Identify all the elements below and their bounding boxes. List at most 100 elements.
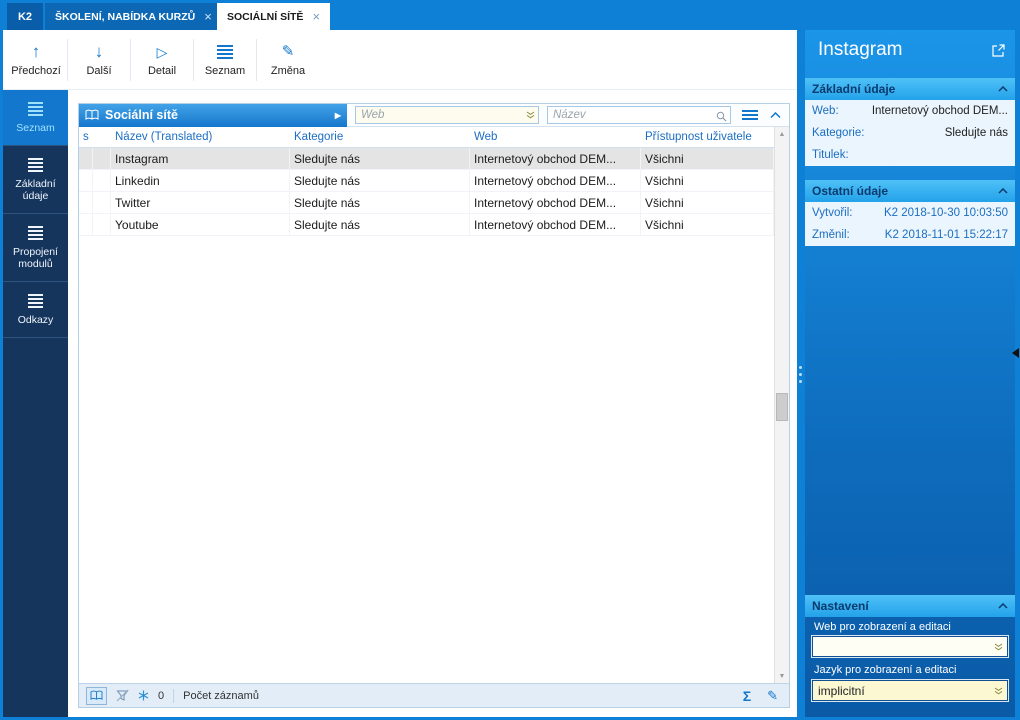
close-icon[interactable]: × xyxy=(204,9,212,24)
cell-s xyxy=(79,192,93,213)
detail-button[interactable]: ▷ Detail xyxy=(133,34,191,86)
field-value: Internetový obchod DEM... xyxy=(871,105,1008,117)
panel-splitter-handle[interactable] xyxy=(799,366,802,383)
grid-title-bar: Sociální sítě ▶ xyxy=(79,103,347,127)
tab-label: SOCIÁLNÍ SÍTĚ xyxy=(227,10,304,23)
sum-icon[interactable]: Σ xyxy=(743,688,751,704)
list-icon xyxy=(28,293,43,308)
filter-nazev xyxy=(547,106,731,124)
table-row[interactable]: Linkedin Sledujte nás Internetový obchod… xyxy=(79,170,774,192)
filter-clear-icon[interactable] xyxy=(116,689,129,702)
language-display-select[interactable]: implicitní xyxy=(811,679,1009,702)
change-button[interactable]: ✎ Změna xyxy=(259,34,317,86)
tab-socialni-site[interactable]: SOCIÁLNÍ SÍTĚ × xyxy=(217,3,331,30)
table-row[interactable]: Youtube Sledujte nás Internetový obchod … xyxy=(79,214,774,236)
search-icon[interactable] xyxy=(716,111,727,122)
snowflake-icon[interactable] xyxy=(138,690,149,701)
column-header-pristupnost[interactable]: Přístupnost uživatele xyxy=(641,131,774,143)
chevron-up-icon[interactable] xyxy=(770,111,781,119)
cell-nazev: Youtube xyxy=(111,214,290,235)
sidebar-item-propojeni-modulu[interactable]: Propojení modulů xyxy=(3,214,68,282)
sidebar-item-zakladni-udaje[interactable]: Základní údaje xyxy=(3,146,68,214)
change-label: Změna xyxy=(270,64,306,77)
toolbar: ↑ Předchozí ↓ Další ▷ Detail Seznam ✎ Zm… xyxy=(3,30,797,90)
field-label: Kategorie: xyxy=(812,127,865,139)
next-label: Další xyxy=(86,64,112,77)
column-header-web[interactable]: Web xyxy=(470,131,641,143)
play-icon[interactable]: ▶ xyxy=(335,111,341,120)
field-value: K2 2018-10-30 10:03:50 xyxy=(883,207,1008,219)
main-content: Sociální sítě ▶ Web Název s Název (Trans… xyxy=(68,90,797,717)
field-value: Sledujte nás xyxy=(944,127,1008,139)
cell-nazev: Linkedin xyxy=(111,170,290,191)
section-header-nastaveni[interactable]: Nastavení xyxy=(805,595,1015,617)
cell-kategorie: Sledujte nás xyxy=(290,148,470,169)
vertical-scrollbar[interactable]: ▲ ▼ xyxy=(774,127,789,683)
sidebar-item-seznam[interactable]: Seznam xyxy=(3,90,68,146)
section-header-zakladni-udaje[interactable]: Základní údaje xyxy=(805,78,1015,100)
column-header-row: s Název (Translated) Kategorie Web Příst… xyxy=(79,127,774,148)
next-button[interactable]: ↓ Další xyxy=(70,34,128,86)
cell-web: Internetový obchod DEM... xyxy=(470,148,641,169)
grid-header-bar: Sociální sítě ▶ xyxy=(79,103,789,127)
panel-collapse-arrow-icon[interactable] xyxy=(1012,348,1019,358)
scroll-up-arrow[interactable]: ▲ xyxy=(775,127,789,141)
column-header-kategorie[interactable]: Kategorie xyxy=(290,131,470,143)
field-label: Titulek: xyxy=(812,149,849,161)
cell-pristupnost: Všichni xyxy=(641,148,774,169)
table-row[interactable]: Twitter Sledujte nás Internetový obchod … xyxy=(79,192,774,214)
sidebar: Seznam Základní údaje Propojení modulů O… xyxy=(3,90,68,717)
field-row: Změnil: K2 2018-11-01 15:22:17 xyxy=(805,224,1015,246)
browse-grid: Sociální sítě ▶ Web Název s Název (Trans… xyxy=(78,103,790,708)
cell-icon xyxy=(93,214,111,235)
field-label: Web: xyxy=(812,105,839,117)
k2-app-button[interactable]: K2 xyxy=(7,3,43,30)
tab-skoleni-nabidka-kurzu[interactable]: ŠKOLENÍ, NABÍDKA KURZŮ × xyxy=(45,3,217,30)
column-header-s[interactable]: s xyxy=(79,131,93,143)
scroll-down-arrow[interactable]: ▼ xyxy=(775,669,789,683)
cell-icon xyxy=(93,192,111,213)
sidebar-item-odkazy[interactable]: Odkazy xyxy=(3,282,68,338)
dropdown-combo-icon[interactable] xyxy=(994,643,1003,651)
scrollbar-thumb[interactable] xyxy=(776,393,788,421)
grid-menu-icon[interactable] xyxy=(742,110,758,120)
close-icon[interactable]: × xyxy=(312,9,320,24)
chevron-up-icon[interactable] xyxy=(998,603,1008,609)
cell-icon xyxy=(93,170,111,191)
chevron-up-icon[interactable] xyxy=(998,188,1008,194)
section-fields-ostatni: Vytvořil: K2 2018-10-30 10:03:50 Změnil:… xyxy=(805,202,1015,246)
section-header-ostatni-udaje[interactable]: Ostatní údaje xyxy=(805,180,1015,202)
cell-web: Internetový obchod DEM... xyxy=(470,192,641,213)
previous-button[interactable]: ↑ Předchozí xyxy=(7,34,65,86)
nazev-filter-input[interactable] xyxy=(547,106,731,124)
field-row: Web: Internetový obchod DEM... xyxy=(805,100,1015,122)
pencil-icon: ✎ xyxy=(281,43,295,60)
section-fields-zakladni: Web: Internetový obchod DEM... Kategorie… xyxy=(805,100,1015,166)
grid-status-bar: 0 Počet záznamů Σ ✎ xyxy=(79,683,789,707)
toolbar-separator xyxy=(256,38,257,81)
cell-web: Internetový obchod DEM... xyxy=(470,214,641,235)
dropdown-combo-icon[interactable] xyxy=(526,111,535,119)
cell-s xyxy=(79,170,93,191)
web-filter-input[interactable] xyxy=(355,106,539,124)
edit-icon[interactable]: ✎ xyxy=(767,688,778,704)
filter-web xyxy=(355,106,539,124)
column-header-nazev[interactable]: Název (Translated) xyxy=(111,131,290,143)
cell-pristupnost: Všichni xyxy=(641,192,774,213)
web-display-select[interactable] xyxy=(811,635,1009,658)
tab-label: ŠKOLENÍ, NABÍDKA KURZŮ xyxy=(55,10,196,23)
section-title: Základní údaje xyxy=(812,82,896,96)
open-in-window-icon[interactable] xyxy=(991,43,1006,58)
table-row[interactable]: Instagram Sledujte nás Internetový obcho… xyxy=(79,148,774,170)
detail-panel-title: Instagram xyxy=(818,39,903,60)
book-view-toggle[interactable] xyxy=(86,686,107,705)
dropdown-combo-icon[interactable] xyxy=(994,687,1003,695)
field-row: Kategorie: Sledujte nás xyxy=(805,122,1015,144)
toolbar-separator xyxy=(67,38,68,81)
sidebar-item-label: Základní údaje xyxy=(15,177,56,203)
detail-panel: Instagram Základní údaje Web: Internetov… xyxy=(805,30,1015,717)
table-body: Instagram Sledujte nás Internetový obcho… xyxy=(79,148,774,236)
list-icon xyxy=(217,43,233,61)
list-button[interactable]: Seznam xyxy=(196,34,254,86)
chevron-up-icon[interactable] xyxy=(998,86,1008,92)
